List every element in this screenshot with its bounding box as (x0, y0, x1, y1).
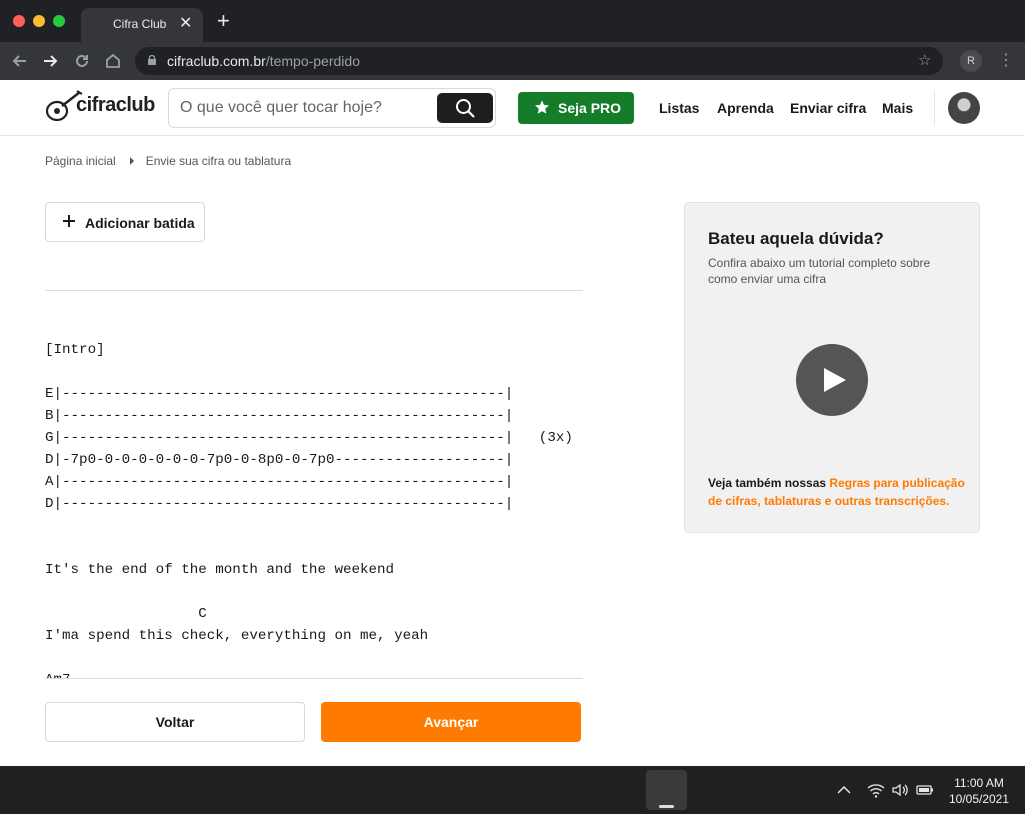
volume-icon[interactable] (891, 780, 909, 805)
search-input[interactable] (180, 89, 430, 127)
site-header: cifraclub Seja PRO Listas Aprenda Enviar… (0, 80, 1025, 136)
url-text: cifraclub.com.br/tempo-perdido (167, 53, 360, 69)
cifraclub-logo[interactable]: cifraclub (44, 85, 155, 129)
editor-bottom-divider (45, 678, 583, 679)
lock-icon (148, 55, 156, 65)
tab-editor-content[interactable]: [Intro] E|------------------------------… (45, 330, 585, 679)
new-tab-button[interactable]: + (217, 10, 230, 32)
star-icon (535, 100, 549, 114)
tab-close-icon[interactable]: ✕ (179, 14, 192, 34)
nav-mais[interactable]: Mais (882, 100, 913, 116)
plus-icon (63, 211, 75, 231)
search-button[interactable] (437, 93, 493, 123)
breadcrumb-current[interactable]: Envie sua cifra ou tablatura (146, 154, 291, 168)
os-taskbar: 11:00 AM 10/05/2021 (0, 766, 1025, 814)
nav-aprenda[interactable]: Aprenda (717, 100, 774, 116)
back-arrow-icon[interactable] (10, 51, 30, 71)
browser-toolbar: cifraclub.com.br/tempo-perdido ☆ R ⋮ (0, 42, 1025, 80)
editor-divider (45, 290, 583, 291)
clock-time: 11:00 AM (954, 776, 1004, 790)
back-button[interactable]: Voltar (45, 702, 305, 742)
browser-menu-icon[interactable]: ⋮ (998, 50, 1014, 72)
nav-listas[interactable]: Listas (659, 100, 699, 116)
system-clock[interactable]: 11:00 AM 10/05/2021 (944, 775, 1014, 807)
header-divider (934, 90, 935, 126)
help-title: Bateu aquela dúvida? (708, 229, 884, 248)
breadcrumb-separator-icon (129, 157, 134, 165)
active-app-indicator (659, 805, 674, 808)
address-bar[interactable]: cifraclub.com.br/tempo-perdido ☆ (135, 47, 943, 75)
nav-enviar-cifra[interactable]: Enviar cifra (790, 100, 866, 116)
tab-editor[interactable]: [Intro] E|------------------------------… (45, 330, 585, 679)
taskbar-app-button[interactable] (646, 770, 687, 810)
user-avatar[interactable] (948, 92, 980, 124)
next-button[interactable]: Avançar (321, 702, 581, 742)
profile-avatar[interactable]: R (960, 50, 982, 72)
help-card: Bateu aquela dúvida? Confira abaixo um t… (684, 202, 980, 533)
browser-tab[interactable]: Cifra Club ✕ (81, 8, 203, 42)
add-beat-button[interactable]: Adicionar batida (45, 202, 205, 242)
tab-title: Cifra Club (113, 17, 167, 31)
clock-date: 10/05/2021 (948, 792, 1010, 806)
bookmark-star-icon[interactable]: ☆ (918, 51, 931, 69)
help-subtitle: Confira abaixo um tutorial completo sobr… (708, 256, 931, 286)
play-icon (824, 368, 846, 392)
wifi-icon[interactable] (867, 780, 885, 805)
chevron-up-icon[interactable] (837, 780, 851, 805)
search-box (168, 88, 496, 128)
logo-text: cifraclub (76, 94, 155, 116)
browser-tab-bar: Cifra Club ✕ + (0, 0, 1025, 42)
play-video-button[interactable] (796, 344, 868, 416)
maximize-window-button[interactable] (53, 15, 65, 27)
forward-arrow-icon[interactable] (40, 51, 60, 71)
home-icon[interactable] (103, 51, 123, 71)
reload-icon[interactable] (72, 51, 92, 71)
breadcrumb: Página inicial Envie sua cifra ou tablatu… (45, 154, 291, 168)
close-window-button[interactable] (13, 15, 25, 27)
search-icon (456, 99, 475, 118)
minimize-window-button[interactable] (33, 15, 45, 27)
help-footer: Veja também nossas Regras para publicaçã… (708, 476, 965, 508)
battery-icon[interactable] (916, 780, 934, 805)
seja-pro-button[interactable]: Seja PRO (518, 92, 634, 124)
breadcrumb-home[interactable]: Página inicial (45, 154, 116, 168)
